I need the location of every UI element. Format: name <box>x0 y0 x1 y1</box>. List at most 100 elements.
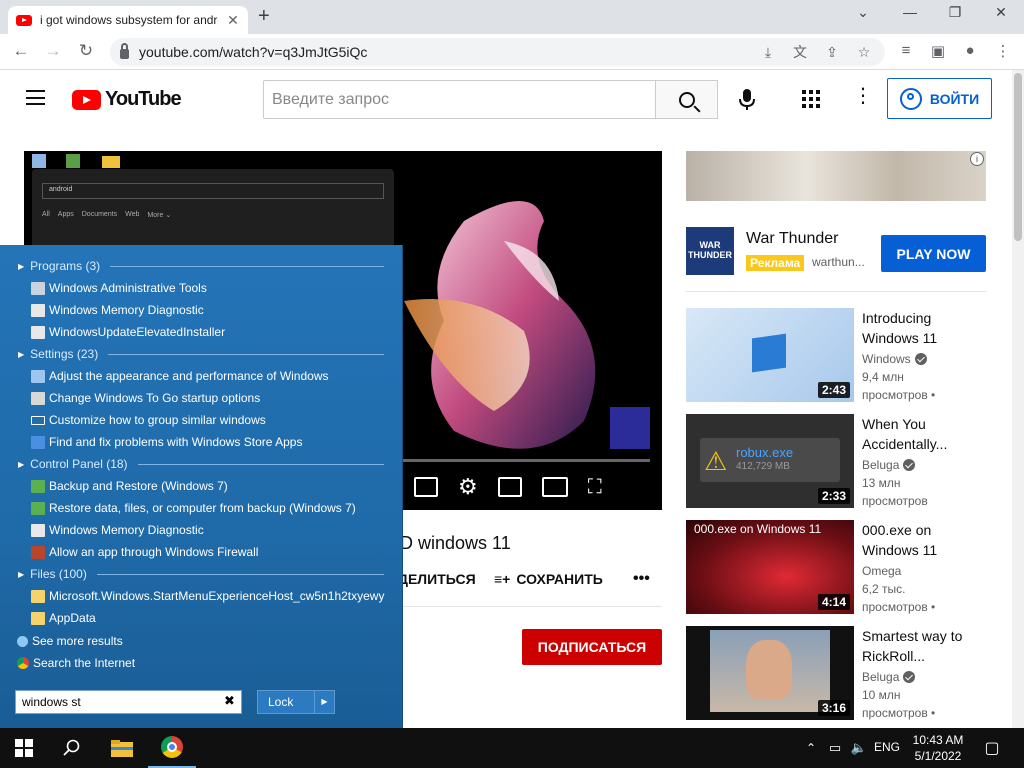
category-settings[interactable]: ▶ Settings (23) <box>18 347 384 361</box>
result-item[interactable]: Windows Memory Diagnostic <box>31 523 204 537</box>
search-internet-link[interactable]: Search the Internet <box>17 656 135 670</box>
settings-gear-icon[interactable]: ⚙ <box>458 474 478 500</box>
video-thumbnail[interactable]: ⚠ robux.exe 412,729 MB 2:33 <box>686 414 854 508</box>
subtitles-icon[interactable] <box>414 477 438 497</box>
profile-avatar-icon[interactable]: ● <box>958 42 982 59</box>
subscribe-button[interactable]: ПОДПИСАТЬСЯ <box>522 629 662 665</box>
lock-button[interactable]: Lock ▶ <box>257 690 335 714</box>
taskbar-search-button[interactable] <box>48 728 96 768</box>
view-count: 6,2 тыс. <box>862 582 906 596</box>
category-files[interactable]: ▶ Files (100) <box>18 567 384 581</box>
result-item[interactable]: Windows Administrative Tools <box>31 281 207 295</box>
result-item[interactable]: Find and fix problems with Windows Store… <box>31 435 302 449</box>
ad-info-icon[interactable]: i <box>970 152 984 166</box>
category-programs[interactable]: ▶ Programs (3) <box>18 259 384 273</box>
share-icon[interactable]: ⇪ <box>821 44 843 61</box>
new-tab-button[interactable]: + <box>258 5 270 28</box>
back-arrow-icon[interactable]: ← <box>10 41 32 61</box>
player-controls: ⚙ ⛶ <box>414 473 654 501</box>
result-item[interactable]: Windows Memory Diagnostic <box>31 303 204 317</box>
video-thumbnail[interactable]: 2:43 <box>686 308 854 402</box>
share-button[interactable]: ДЕЛИТЬСЯ <box>398 571 476 587</box>
see-more-results-link[interactable]: See more results <box>17 634 123 648</box>
recommendation-title[interactable]: Introducing Windows 11 <box>862 308 982 348</box>
lock-icon[interactable] <box>120 42 129 59</box>
clock[interactable]: 10:43 AM 5/1/2022 <box>905 732 971 764</box>
clear-search-icon[interactable]: ✖ <box>224 693 235 709</box>
hamburger-menu-icon[interactable] <box>26 90 45 105</box>
windows-logo-icon <box>15 739 33 757</box>
result-item[interactable]: Adjust the appearance and performance of… <box>31 369 329 383</box>
fullscreen-icon[interactable]: ⛶ <box>588 476 602 499</box>
video-thumbnail[interactable]: 000.exe on Windows 11 4:14 <box>686 520 854 614</box>
youtube-logo[interactable]: YouTube <box>72 88 182 111</box>
url-text[interactable]: youtube.com/watch?v=q3JmJtG5iQc <box>139 44 747 60</box>
theater-mode-icon[interactable] <box>541 477 568 497</box>
result-item[interactable]: WindowsUpdateElevatedInstaller <box>31 325 225 339</box>
result-item[interactable]: Customize how to group similar windows <box>31 413 266 427</box>
result-item[interactable]: Microsoft.Windows.StartMenuExperienceHos… <box>31 589 384 603</box>
chrome-taskbar-button[interactable] <box>148 728 196 768</box>
browser-tab[interactable]: i got windows subsystem for android ✕ <box>8 6 248 34</box>
recommendation-title[interactable]: Smartest way to RickRoll... <box>862 626 982 666</box>
recommendation-item[interactable]: 000.exe on Windows 11 4:14 000.exe on Wi… <box>686 520 986 614</box>
volume-muted-icon[interactable]: 🔈 <box>848 728 870 768</box>
result-item[interactable]: Change Windows To Go startup options <box>31 391 260 405</box>
tab-title: i got windows subsystem for android <box>40 13 218 27</box>
input-language[interactable]: ENG <box>874 740 900 754</box>
result-item[interactable]: Allow an app through Windows Firewall <box>31 545 258 559</box>
category-control-panel[interactable]: ▶ Control Panel (18) <box>18 457 384 471</box>
minimize-button[interactable]: — <box>895 4 925 20</box>
scrollbar-thumb[interactable] <box>1014 73 1022 241</box>
folder-icon <box>31 611 45 625</box>
more-actions-button[interactable]: ••• <box>633 570 650 588</box>
result-item[interactable]: Restore data, files, or computer from ba… <box>31 501 356 515</box>
miniplayer-icon[interactable] <box>497 477 522 497</box>
taskbar: ⌃ ▭ 🔈 ▢ <box>0 728 1024 768</box>
recommendation-item[interactable]: ⚠ robux.exe 412,729 MB 2:33 When You Acc… <box>686 414 986 508</box>
restore-button[interactable]: ❐ <box>940 4 970 21</box>
notifications-icon[interactable]: ▢ <box>970 728 1014 768</box>
bookmark-star-icon[interactable]: ☆ <box>853 44 875 61</box>
chrome-menu-icon[interactable]: ⋮ <box>991 42 1015 60</box>
file-explorer-button[interactable] <box>98 728 146 768</box>
address-bar[interactable]: youtube.com/watch?v=q3JmJtG5iQc ⤓ 文 ⇪ ☆ <box>110 38 885 66</box>
recommendation-item[interactable]: 2:43 Introducing Windows 11 Windows 9,4 … <box>686 308 986 402</box>
sign-in-button[interactable]: ВОЙТИ <box>887 78 992 119</box>
start-button[interactable] <box>0 728 48 768</box>
play-now-button[interactable]: PLAY NOW <box>881 235 986 272</box>
search-icon <box>678 91 695 108</box>
close-window-button[interactable]: ✕ <box>986 4 1016 21</box>
chrome-icon <box>17 657 29 669</box>
video-thumbnail[interactable]: 3:16 <box>686 626 854 720</box>
forward-arrow-icon[interactable]: → <box>42 41 64 61</box>
search-button[interactable] <box>655 80 718 119</box>
install-icon[interactable]: ⤓ <box>757 44 779 61</box>
media-control-icon[interactable]: ≡ <box>894 42 918 59</box>
tab-search-icon[interactable]: ⌄ <box>848 4 878 21</box>
show-hidden-icons-chevron-icon[interactable]: ⌃ <box>800 728 822 768</box>
result-item[interactable]: Backup and Restore (Windows 7) <box>31 479 228 493</box>
ad-banner[interactable] <box>686 151 986 201</box>
lock-options-arrow-icon[interactable]: ▶ <box>314 691 334 713</box>
side-panel-icon[interactable]: ▣ <box>926 42 950 60</box>
recommendation-title[interactable]: When You Accidentally... <box>862 414 982 454</box>
network-icon[interactable]: ▭ <box>824 728 846 768</box>
ad-title[interactable]: War Thunder <box>746 230 838 248</box>
result-item[interactable]: AppData <box>31 611 96 625</box>
translate-icon[interactable]: 文 <box>789 42 811 62</box>
apps-grid-icon[interactable] <box>802 90 820 108</box>
youtube-header: YouTube ⋮ ВОЙТИ <box>0 70 1012 128</box>
start-search-input[interactable] <box>15 690 242 714</box>
ad-logo[interactable]: WAR THUNDER <box>686 227 734 275</box>
tab-close-icon[interactable]: ✕ <box>226 12 240 29</box>
reload-icon[interactable]: ↻ <box>75 41 97 61</box>
recommendation-item[interactable]: 3:16 Smartest way to RickRoll... Beluga … <box>686 626 986 720</box>
recommendation-title[interactable]: 000.exe on Windows 11 <box>862 520 982 560</box>
progress-bar[interactable] <box>394 459 650 462</box>
memory-diagnostic-icon <box>31 303 45 317</box>
save-button[interactable]: ≡+ СОХРАНИТЬ <box>494 571 603 587</box>
microphone-icon[interactable] <box>737 88 757 112</box>
search-input[interactable] <box>263 80 656 119</box>
settings-menu-icon[interactable]: ⋮ <box>853 86 873 106</box>
